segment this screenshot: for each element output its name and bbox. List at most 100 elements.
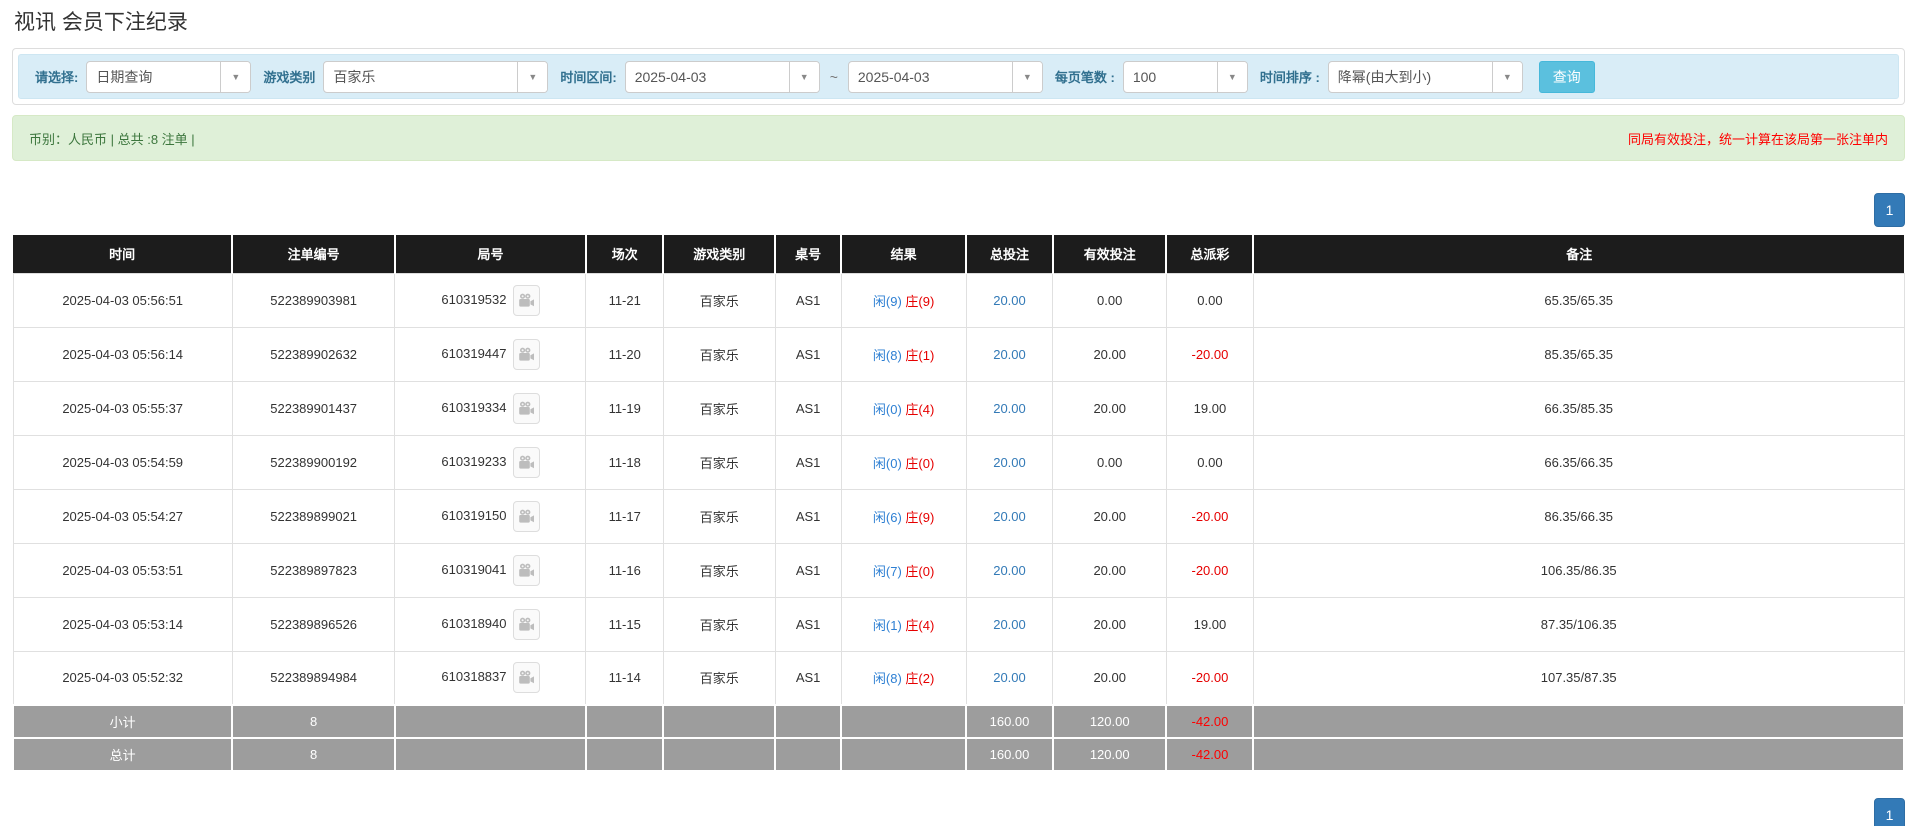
cell-table-no: AS1 [774, 434, 842, 490]
header-valid-bet: 有效投注 [1051, 235, 1167, 274]
cell-round-id: 610319041 [394, 542, 587, 598]
cell-game-category: 百家乐 [662, 488, 776, 544]
cell-game-category: 百家乐 [662, 542, 776, 598]
game-category-select[interactable]: 百家乐 ▼ [323, 60, 549, 93]
cell-valid-bet: 20.00 [1052, 380, 1167, 436]
summary-label: 总计 [11, 737, 234, 772]
round-id-value: 610319233 [441, 453, 507, 469]
filter-panel: 请选择: 日期查询 ▼ 游戏类别 百家乐 ▼ 时间区间: 2025-04-03 … [12, 48, 1905, 105]
cell-payout: -20.00 [1165, 650, 1254, 706]
cell-table-no: AS1 [774, 326, 842, 382]
video-replay-button[interactable] [512, 554, 540, 586]
video-replay-button[interactable] [512, 338, 540, 370]
page-1-button[interactable]: 1 [1874, 798, 1905, 826]
cell-payout: -20.00 [1165, 326, 1254, 382]
cell-bet-id: 522389900192 [231, 434, 396, 490]
cell-remark: 107.35/87.35 [1252, 650, 1905, 706]
cell-result: 闲(0) 庄(4) [840, 380, 967, 436]
player-result: 闲(1) [872, 617, 902, 633]
table-row: 2025-04-03 05:53:14 522389896526 6103189… [12, 596, 1905, 652]
round-id-value: 610318837 [441, 669, 507, 685]
search-button[interactable]: 查询 [1538, 60, 1595, 93]
pagination-top: 1 [12, 193, 1905, 227]
cell-result: 闲(7) 庄(0) [840, 542, 967, 598]
cell-bet-id: 522389903981 [231, 272, 396, 328]
cell-time: 2025-04-03 05:53:51 [12, 542, 233, 598]
video-replay-button[interactable] [512, 608, 540, 640]
summary-total-bet: 160.00 [965, 704, 1054, 739]
header-table-no: 桌号 [774, 235, 842, 274]
round-id-value: 610319041 [441, 561, 507, 577]
time-sort-value: 降幂(由大到小) [1337, 68, 1432, 85]
video-replay-button[interactable] [512, 662, 540, 694]
table-row: 2025-04-03 05:54:59 522389900192 6103192… [12, 434, 1905, 490]
cell-valid-bet: 20.00 [1052, 650, 1167, 706]
cell-bet-id: 522389897823 [231, 542, 396, 598]
cell-round-id: 610318837 [394, 650, 587, 706]
video-camera-icon [518, 347, 534, 361]
total-bet-link[interactable]: 20.00 [993, 293, 1026, 308]
cell-payout: -20.00 [1165, 542, 1254, 598]
round-id-value: 610319334 [441, 399, 507, 415]
date-to-picker[interactable]: 2025-04-03 ▼ [847, 60, 1043, 93]
cell-valid-bet: 20.00 [1052, 596, 1167, 652]
total-bet-link[interactable]: 20.00 [993, 401, 1026, 416]
banker-result: 庄(0) [905, 563, 935, 579]
page-size-select[interactable]: 100 ▼ [1122, 60, 1248, 93]
player-result: 闲(0) [872, 455, 902, 471]
time-sort-select[interactable]: 降幂(由大到小) ▼ [1327, 60, 1523, 93]
table-body: 2025-04-03 05:56:51 522389903981 6103195… [12, 272, 1905, 706]
cell-round-id: 610318940 [394, 596, 587, 652]
cell-session: 11-15 [585, 596, 664, 652]
header-game-category: 游戏类别 [662, 235, 776, 274]
cell-remark: 85.35/65.35 [1252, 326, 1905, 382]
table-row: 2025-04-03 05:54:27 522389899021 6103191… [12, 488, 1905, 544]
cell-total-bet: 20.00 [965, 488, 1054, 544]
cell-table-no: AS1 [774, 380, 842, 436]
summary-row: 小计 8 160.00 120.00 -42.00 [11, 704, 1905, 739]
summary-count: 8 [231, 737, 396, 772]
query-type-select[interactable]: 日期查询 ▼ [86, 60, 252, 93]
cell-session: 11-18 [585, 434, 664, 490]
date-from-picker[interactable]: 2025-04-03 ▼ [624, 60, 820, 93]
total-bet-link[interactable]: 20.00 [993, 347, 1026, 362]
cell-bet-id: 522389902632 [231, 326, 396, 382]
header-session: 场次 [584, 235, 664, 274]
header-time: 时间 [13, 235, 233, 274]
banker-result: 庄(9) [905, 509, 935, 525]
total-bet-link[interactable]: 20.00 [993, 670, 1026, 685]
banker-result: 庄(4) [905, 617, 935, 633]
video-camera-icon [518, 617, 534, 631]
cell-time: 2025-04-03 05:53:14 [12, 596, 233, 652]
video-replay-button[interactable] [512, 446, 540, 478]
video-camera-icon [518, 401, 534, 415]
currency-total-text: 币别：人民币 | 总共 :8 注单 | [29, 131, 195, 147]
cell-game-category: 百家乐 [662, 326, 776, 382]
player-result: 闲(0) [872, 401, 902, 417]
chevron-down-icon: ▼ [788, 61, 819, 92]
video-replay-button[interactable] [512, 500, 540, 532]
summary-remark [1252, 737, 1905, 772]
total-bet-link[interactable]: 20.00 [993, 509, 1026, 524]
cell-round-id: 610319447 [394, 326, 587, 382]
cell-remark: 86.35/66.35 [1252, 488, 1905, 544]
table-row: 2025-04-03 05:55:37 522389901437 6103193… [12, 380, 1905, 436]
cell-time: 2025-04-03 05:54:59 [12, 434, 233, 490]
total-bet-link[interactable]: 20.00 [993, 617, 1026, 632]
round-id-value: 610318940 [441, 615, 507, 631]
cell-time: 2025-04-03 05:52:32 [12, 650, 233, 706]
total-bet-link[interactable]: 20.00 [993, 563, 1026, 578]
player-result: 闲(8) [872, 347, 902, 363]
video-replay-button[interactable] [512, 392, 540, 424]
chevron-down-icon: ▼ [1216, 61, 1247, 92]
page-1-button[interactable]: 1 [1874, 193, 1905, 227]
banker-result: 庄(1) [905, 347, 935, 363]
cell-result: 闲(8) 庄(1) [840, 326, 967, 382]
video-replay-button[interactable] [512, 284, 540, 316]
cell-result: 闲(0) 庄(0) [840, 434, 967, 490]
total-bet-link[interactable]: 20.00 [993, 455, 1026, 470]
cell-total-bet: 20.00 [965, 380, 1054, 436]
player-result: 闲(6) [872, 509, 902, 525]
cell-remark: 66.35/66.35 [1252, 434, 1905, 490]
cell-session: 11-21 [585, 272, 664, 328]
